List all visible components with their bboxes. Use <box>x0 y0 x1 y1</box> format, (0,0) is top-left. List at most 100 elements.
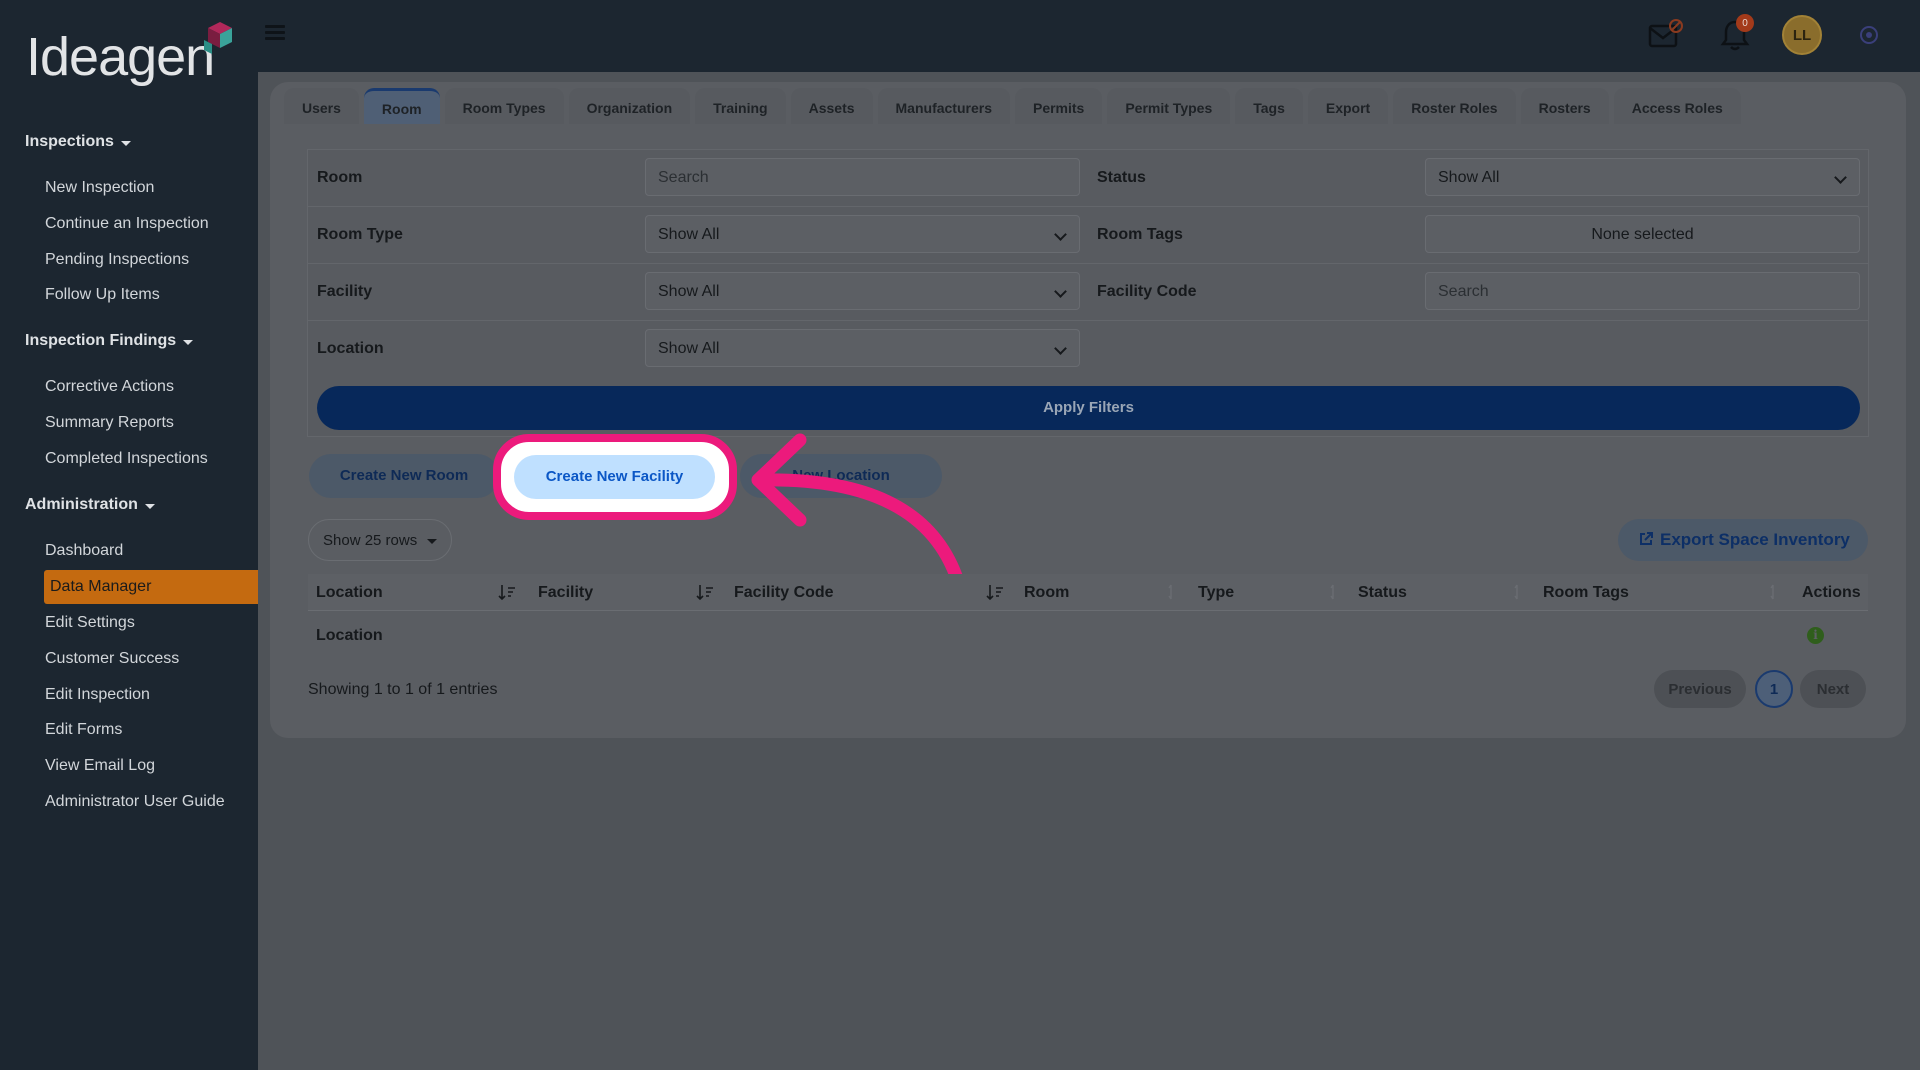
status-select[interactable]: Show All <box>1425 158 1860 196</box>
caret-down-icon <box>427 539 437 544</box>
notification-badge: 0 <box>1736 14 1754 32</box>
chevron-down-icon <box>1054 285 1067 298</box>
tab-assets[interactable]: Assets <box>790 88 873 124</box>
pagination-previous-button[interactable]: Previous <box>1654 670 1746 708</box>
room-type-select[interactable]: Show All <box>645 215 1080 253</box>
hamburger-menu-icon[interactable] <box>265 25 285 41</box>
apply-filters-button[interactable]: Apply Filters <box>317 386 1860 430</box>
logo-cube-icon <box>204 22 232 54</box>
nav-item-summary-reports[interactable]: Summary Reports <box>45 414 174 432</box>
external-link-icon <box>1640 532 1653 545</box>
filter-row: Facility Show All Facility Code Search <box>308 264 1868 321</box>
tab-organization[interactable]: Organization <box>568 88 691 124</box>
tab-export[interactable]: Export <box>1307 88 1389 124</box>
facility-code-search-input[interactable]: Search <box>1425 272 1860 310</box>
create-new-room-button[interactable]: Create New Room <box>309 454 499 498</box>
tab-permit-types[interactable]: Permit Types <box>1107 88 1231 124</box>
status-select-value: Show All <box>1438 169 1500 186</box>
sort-icon[interactable] <box>1166 583 1184 601</box>
nav-item-new-inspection[interactable]: New Inspection <box>45 179 154 197</box>
pagination-next-button[interactable]: Next <box>1800 670 1866 708</box>
room-tags-multiselect[interactable]: None selected <box>1425 215 1860 253</box>
location-select[interactable]: Show All <box>645 329 1080 367</box>
nav-item-follow-up-items[interactable]: Follow Up Items <box>45 286 160 304</box>
column-room[interactable]: Room <box>1024 584 1069 602</box>
caret-down-icon <box>144 503 155 509</box>
sidebar: Ideagen Inspections New Inspection Conti… <box>0 0 258 1070</box>
chevron-down-icon <box>1834 171 1847 184</box>
sort-icon[interactable] <box>498 583 516 601</box>
ideagen-logo[interactable]: Ideagen <box>26 20 236 90</box>
tab-manufacturers[interactable]: Manufacturers <box>877 88 1010 124</box>
tab-rosters[interactable]: Rosters <box>1520 88 1609 124</box>
logo-text: Ideagen <box>26 27 215 87</box>
facility-select-value: Show All <box>658 283 720 300</box>
nav-section-inspections[interactable]: Inspections <box>25 133 131 151</box>
tab-users[interactable]: Users <box>284 88 359 124</box>
nav-item-edit-settings[interactable]: Edit Settings <box>45 614 135 632</box>
export-space-inventory-button[interactable]: Export Space Inventory <box>1618 519 1868 561</box>
room-type-select-value: Show All <box>658 226 720 243</box>
filter-row: Location Show All <box>308 321 1868 378</box>
tab-permits[interactable]: Permits <box>1014 88 1103 124</box>
nav-item-completed-inspections[interactable]: Completed Inspections <box>45 450 208 468</box>
column-facility[interactable]: Facility <box>538 584 593 602</box>
export-label: Export Space Inventory <box>1660 530 1850 549</box>
nav-item-dashboard[interactable]: Dashboard <box>45 542 123 560</box>
nav-item-view-email-log[interactable]: View Email Log <box>45 757 155 775</box>
column-type[interactable]: Type <box>1198 584 1234 602</box>
support-icon[interactable] <box>1858 24 1880 46</box>
filter-row: Room Type Show All Room Tags None select… <box>308 207 1868 264</box>
pagination-page-1[interactable]: 1 <box>1755 670 1793 708</box>
tab-training[interactable]: Training <box>695 88 786 124</box>
facility-code-filter-label: Facility Code <box>1097 283 1197 300</box>
table-header: Location Facility Facility Code Room Typ… <box>308 574 1868 611</box>
column-room-tags[interactable]: Room Tags <box>1543 584 1629 602</box>
mail-icon[interactable] <box>1648 18 1684 50</box>
room-search-input[interactable]: Search <box>645 158 1080 196</box>
column-location[interactable]: Location <box>316 584 383 602</box>
info-icon[interactable]: i <box>1807 627 1824 644</box>
tab-access-roles[interactable]: Access Roles <box>1613 88 1741 124</box>
room-type-filter-label: Room Type <box>317 226 403 243</box>
facility-select[interactable]: Show All <box>645 272 1080 310</box>
location-select-value: Show All <box>658 340 720 357</box>
facility-filter-label: Facility <box>317 283 373 300</box>
chevron-down-icon <box>1054 228 1067 241</box>
sort-icon[interactable] <box>1768 583 1786 601</box>
nav-item-pending-inspections[interactable]: Pending Inspections <box>45 251 189 269</box>
tab-room[interactable]: Room <box>363 88 440 124</box>
status-filter-label: Status <box>1097 169 1146 186</box>
tab-tags[interactable]: Tags <box>1235 88 1303 124</box>
sort-icon[interactable] <box>1512 583 1530 601</box>
sort-icon[interactable] <box>1328 583 1346 601</box>
nav-item-corrective-actions[interactable]: Corrective Actions <box>45 378 174 396</box>
nav-item-continue-inspection[interactable]: Continue an Inspection <box>45 215 209 233</box>
column-status[interactable]: Status <box>1358 584 1407 602</box>
user-avatar[interactable]: LL <box>1782 15 1822 55</box>
tab-roster-roles[interactable]: Roster Roles <box>1393 88 1516 124</box>
pointer-arrow-icon <box>751 433 967 595</box>
create-new-facility-button[interactable]: Create New Facility <box>514 455 715 499</box>
nav-item-edit-inspection[interactable]: Edit Inspection <box>45 686 150 704</box>
nav-item-admin-user-guide[interactable]: Administrator User Guide <box>45 793 225 811</box>
sort-icon[interactable] <box>986 583 1004 601</box>
location-filter-label: Location <box>317 340 384 357</box>
nav-item-edit-forms[interactable]: Edit Forms <box>45 721 122 739</box>
column-actions: Actions <box>1802 584 1861 601</box>
tab-bar: Users Room Room Types Organization Train… <box>284 88 1746 124</box>
caret-down-icon <box>120 140 131 146</box>
nav-section-inspection-findings[interactable]: Inspection Findings <box>25 332 194 350</box>
room-filter-label: Room <box>317 169 363 186</box>
room-tags-filter-label: Room Tags <box>1097 226 1183 243</box>
chevron-down-icon <box>1054 342 1067 355</box>
nav-item-data-manager[interactable]: Data Manager <box>44 570 258 604</box>
table-row: Location <box>308 612 1868 658</box>
show-rows-dropdown[interactable]: Show 25 rows <box>308 519 452 561</box>
sort-icon[interactable] <box>696 583 714 601</box>
nav-section-administration[interactable]: Administration <box>25 496 155 514</box>
tab-room-types[interactable]: Room Types <box>444 88 564 124</box>
entries-summary: Showing 1 to 1 of 1 entries <box>308 681 498 698</box>
nav-item-customer-success[interactable]: Customer Success <box>45 650 179 668</box>
column-facility-code[interactable]: Facility Code <box>734 584 834 602</box>
